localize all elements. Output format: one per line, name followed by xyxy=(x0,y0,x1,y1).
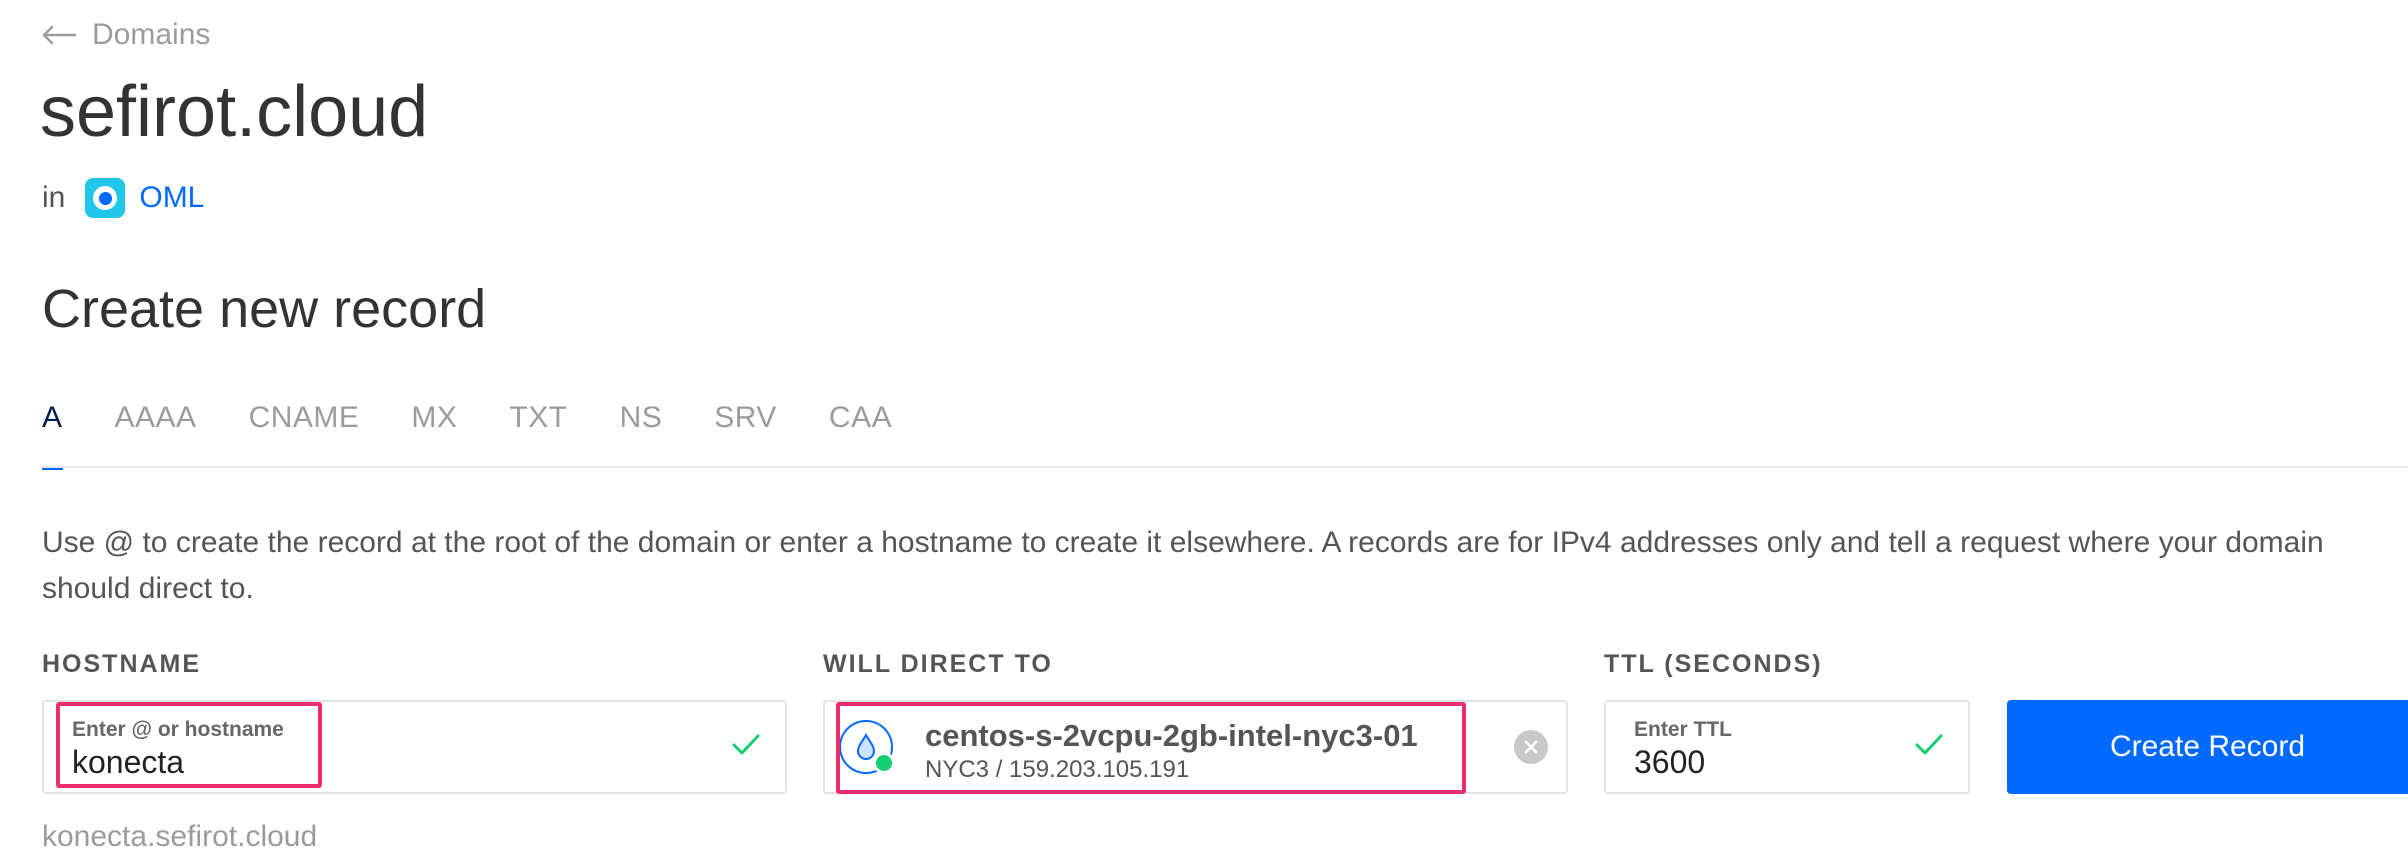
section-title: Create new record xyxy=(42,279,487,339)
check-icon xyxy=(731,732,761,763)
ttl-placeholder: Enter TTL xyxy=(1634,718,1732,741)
tab-caa[interactable]: CAA xyxy=(829,398,892,470)
tab-aaaa[interactable]: AAAA xyxy=(115,398,197,470)
status-dot xyxy=(873,752,895,774)
direct-to-field[interactable]: centos-s-2vcpu-2gb-intel-nyc3-01 NYC3 / … xyxy=(823,700,1568,794)
clear-icon[interactable] xyxy=(1514,730,1548,764)
fqdn-preview: konecta.sefirot.cloud xyxy=(42,820,318,853)
hostname-placeholder: Enter @ or hostname xyxy=(72,718,284,741)
hostname-label: HOSTNAME xyxy=(42,650,202,678)
record-type-tabs: A AAAA CNAME MX TXT NS SRV CAA xyxy=(42,398,944,470)
create-record-button[interactable]: Create Record xyxy=(2007,700,2408,794)
ttl-input[interactable]: 3600 xyxy=(1634,744,1705,781)
hostname-input[interactable]: konecta xyxy=(72,744,184,781)
breadcrumb-back[interactable]: Domains xyxy=(42,18,210,52)
ttl-label: TTL (SECONDS) xyxy=(1604,650,1823,678)
droplet-name: centos-s-2vcpu-2gb-intel-nyc3-01 xyxy=(925,718,1418,753)
tab-mx[interactable]: MX xyxy=(411,398,457,470)
tab-txt[interactable]: TXT xyxy=(509,398,567,470)
team-row: in OML xyxy=(42,178,204,218)
in-label: in xyxy=(42,181,66,214)
tab-ns[interactable]: NS xyxy=(620,398,663,470)
tab-a[interactable]: A xyxy=(42,398,63,470)
team-link[interactable]: OML xyxy=(139,181,204,215)
droplet-region-ip: NYC3 / 159.203.105.191 xyxy=(925,756,1190,783)
droplet-icon xyxy=(839,720,895,774)
ttl-field[interactable]: Enter TTL 3600 xyxy=(1604,700,1970,794)
check-icon xyxy=(1914,732,1944,763)
record-description: Use @ to create the record at the root o… xyxy=(42,526,2324,605)
arrow-left-icon xyxy=(42,25,76,45)
hostname-field[interactable]: Enter @ or hostname konecta xyxy=(42,700,787,794)
page-title: sefirot.cloud xyxy=(40,72,429,152)
direct-to-label: WILL DIRECT TO xyxy=(823,650,1053,678)
tab-srv[interactable]: SRV xyxy=(714,398,777,470)
breadcrumb-label: Domains xyxy=(92,18,211,51)
tabs-divider xyxy=(42,466,2408,468)
team-icon xyxy=(85,178,126,218)
tab-cname[interactable]: CNAME xyxy=(249,398,360,470)
